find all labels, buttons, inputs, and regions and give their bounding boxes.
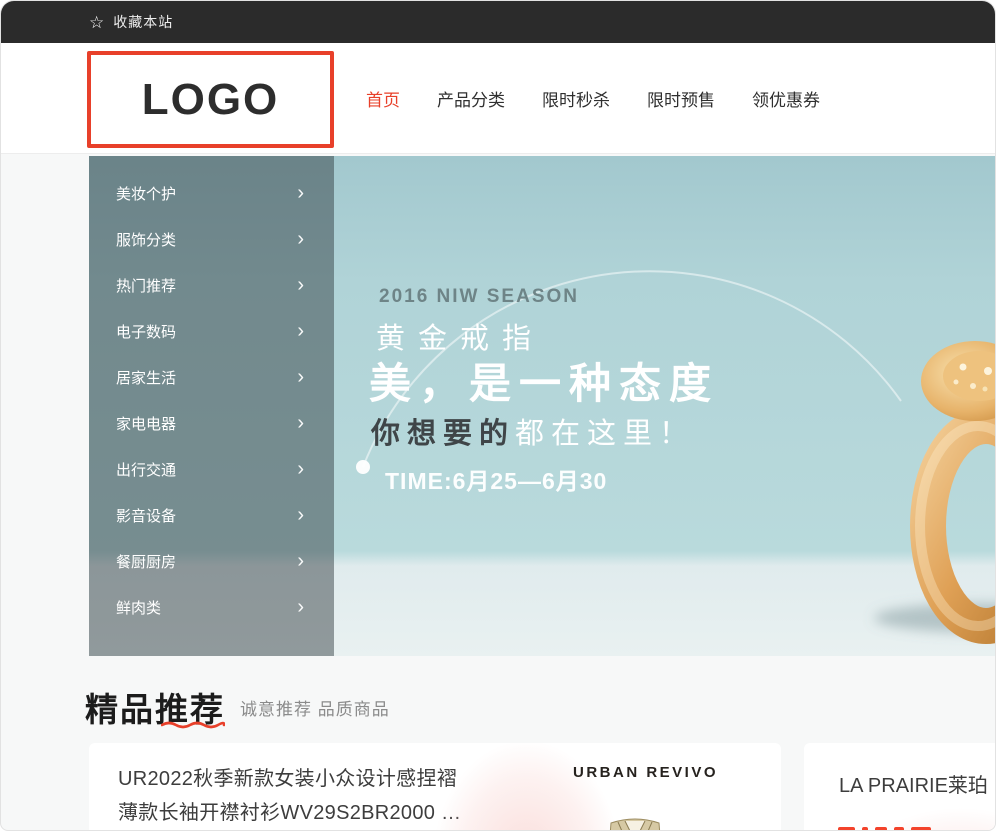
category-label: 居家生活 [116, 367, 176, 388]
featured-section-header: 精品推荐 诚意推荐 品质商品 [85, 683, 390, 731]
chevron-right-icon: › [297, 597, 304, 617]
category-menu: 美妆个护 › 服饰分类 › 热门推荐 › 电子数码 › 居家生活 › 家电电器 › 出行交通… [89, 156, 334, 656]
product-image-pink-blob [434, 743, 619, 831]
category-label: 美妆个护 [116, 183, 176, 204]
chevron-right-icon: › [297, 459, 304, 479]
favorite-site-link[interactable]: 收藏本站 [113, 12, 173, 32]
category-item-travel[interactable]: 出行交通 › [89, 446, 334, 492]
logo[interactable]: LOGO [87, 51, 334, 148]
category-item-audio-video[interactable]: 影音设备 › [89, 492, 334, 538]
chevron-right-icon: › [297, 551, 304, 571]
category-item-digital[interactable]: 电子数码 › [89, 308, 334, 354]
banner-tagline: 你想要的都在这里！ [371, 410, 695, 452]
category-label: 服饰分类 [116, 229, 176, 250]
category-item-apparel[interactable]: 服饰分类 › [89, 216, 334, 262]
chevron-right-icon: › [297, 413, 304, 433]
nav-item-coupons[interactable]: 领优惠券 [752, 86, 820, 111]
banner-tagline-rest: 都在这里！ [515, 418, 695, 450]
banner-season-label: 2016 NIW SEASON [379, 286, 579, 308]
banner-tagline-bold: 你想要的 [371, 418, 515, 450]
red-squiggle-underline [161, 720, 225, 729]
header: LOGO 首页 产品分类 限时秒杀 限时预售 领优惠券 [1, 43, 995, 154]
price-clipped [838, 827, 958, 831]
chevron-right-icon: › [297, 275, 304, 295]
nav-item-categories[interactable]: 产品分类 [437, 86, 505, 111]
product-brand-urban-revivo: URBAN REVIVO [573, 764, 718, 781]
banner-headline: 美，是一种态度 [369, 350, 719, 411]
category-item-beauty[interactable]: 美妆个护 › [89, 170, 334, 216]
logo-text: LOGO [142, 75, 280, 125]
category-label: 出行交通 [116, 459, 176, 480]
category-item-hot[interactable]: 热门推荐 › [89, 262, 334, 308]
category-item-kitchen[interactable]: 餐厨厨房 › [89, 538, 334, 584]
main-nav: 首页 产品分类 限时秒杀 限时预售 领优惠券 [366, 43, 820, 153]
product-card-ur-shirt[interactable]: UR2022秋季新款女装小众设计感捏褶 薄款长袖开襟衬衫WV29S2BR2000… [89, 743, 781, 831]
category-item-home-life[interactable]: 居家生活 › [89, 354, 334, 400]
nav-item-home[interactable]: 首页 [366, 86, 400, 111]
category-label: 鲜肉类 [116, 597, 161, 618]
chevron-right-icon: › [297, 505, 304, 525]
favorite-star-icon[interactable]: ☆ [89, 14, 104, 31]
chevron-right-icon: › [297, 183, 304, 203]
hero-banner[interactable]: 2016 NIW SEASON 黄金戒指 美，是一种态度 你想要的都在这里！ T… [89, 156, 995, 656]
topbar: ☆ 收藏本站 [1, 1, 995, 43]
featured-title: 精品推荐 [85, 683, 225, 731]
banner-time-label: TIME:6月25—6月30 [385, 462, 607, 496]
page: ☆ 收藏本站 LOGO 首页 产品分类 限时秒杀 限时预售 领优惠券 [0, 0, 996, 831]
product-title: LA PRAIRIE莱珀 [839, 769, 988, 798]
category-label: 家电电器 [116, 413, 176, 434]
category-item-appliances[interactable]: 家电电器 › [89, 400, 334, 446]
arc-dot [356, 460, 370, 474]
category-label: 热门推荐 [116, 275, 176, 296]
category-label: 餐厨厨房 [116, 551, 176, 572]
category-label: 电子数码 [116, 321, 176, 342]
chevron-right-icon: › [297, 229, 304, 249]
nav-item-presale[interactable]: 限时预售 [647, 86, 715, 111]
category-label: 影音设备 [116, 505, 176, 526]
chevron-right-icon: › [297, 321, 304, 341]
nav-item-flash-sale[interactable]: 限时秒杀 [542, 86, 610, 111]
category-item-fresh-meat[interactable]: 鲜肉类 › [89, 584, 334, 630]
featured-subtitle: 诚意推荐 品质商品 [240, 695, 390, 720]
shirt-image [606, 815, 664, 831]
chevron-right-icon: › [297, 367, 304, 387]
product-card-la-prairie[interactable]: LA PRAIRIE莱珀 [804, 743, 995, 831]
